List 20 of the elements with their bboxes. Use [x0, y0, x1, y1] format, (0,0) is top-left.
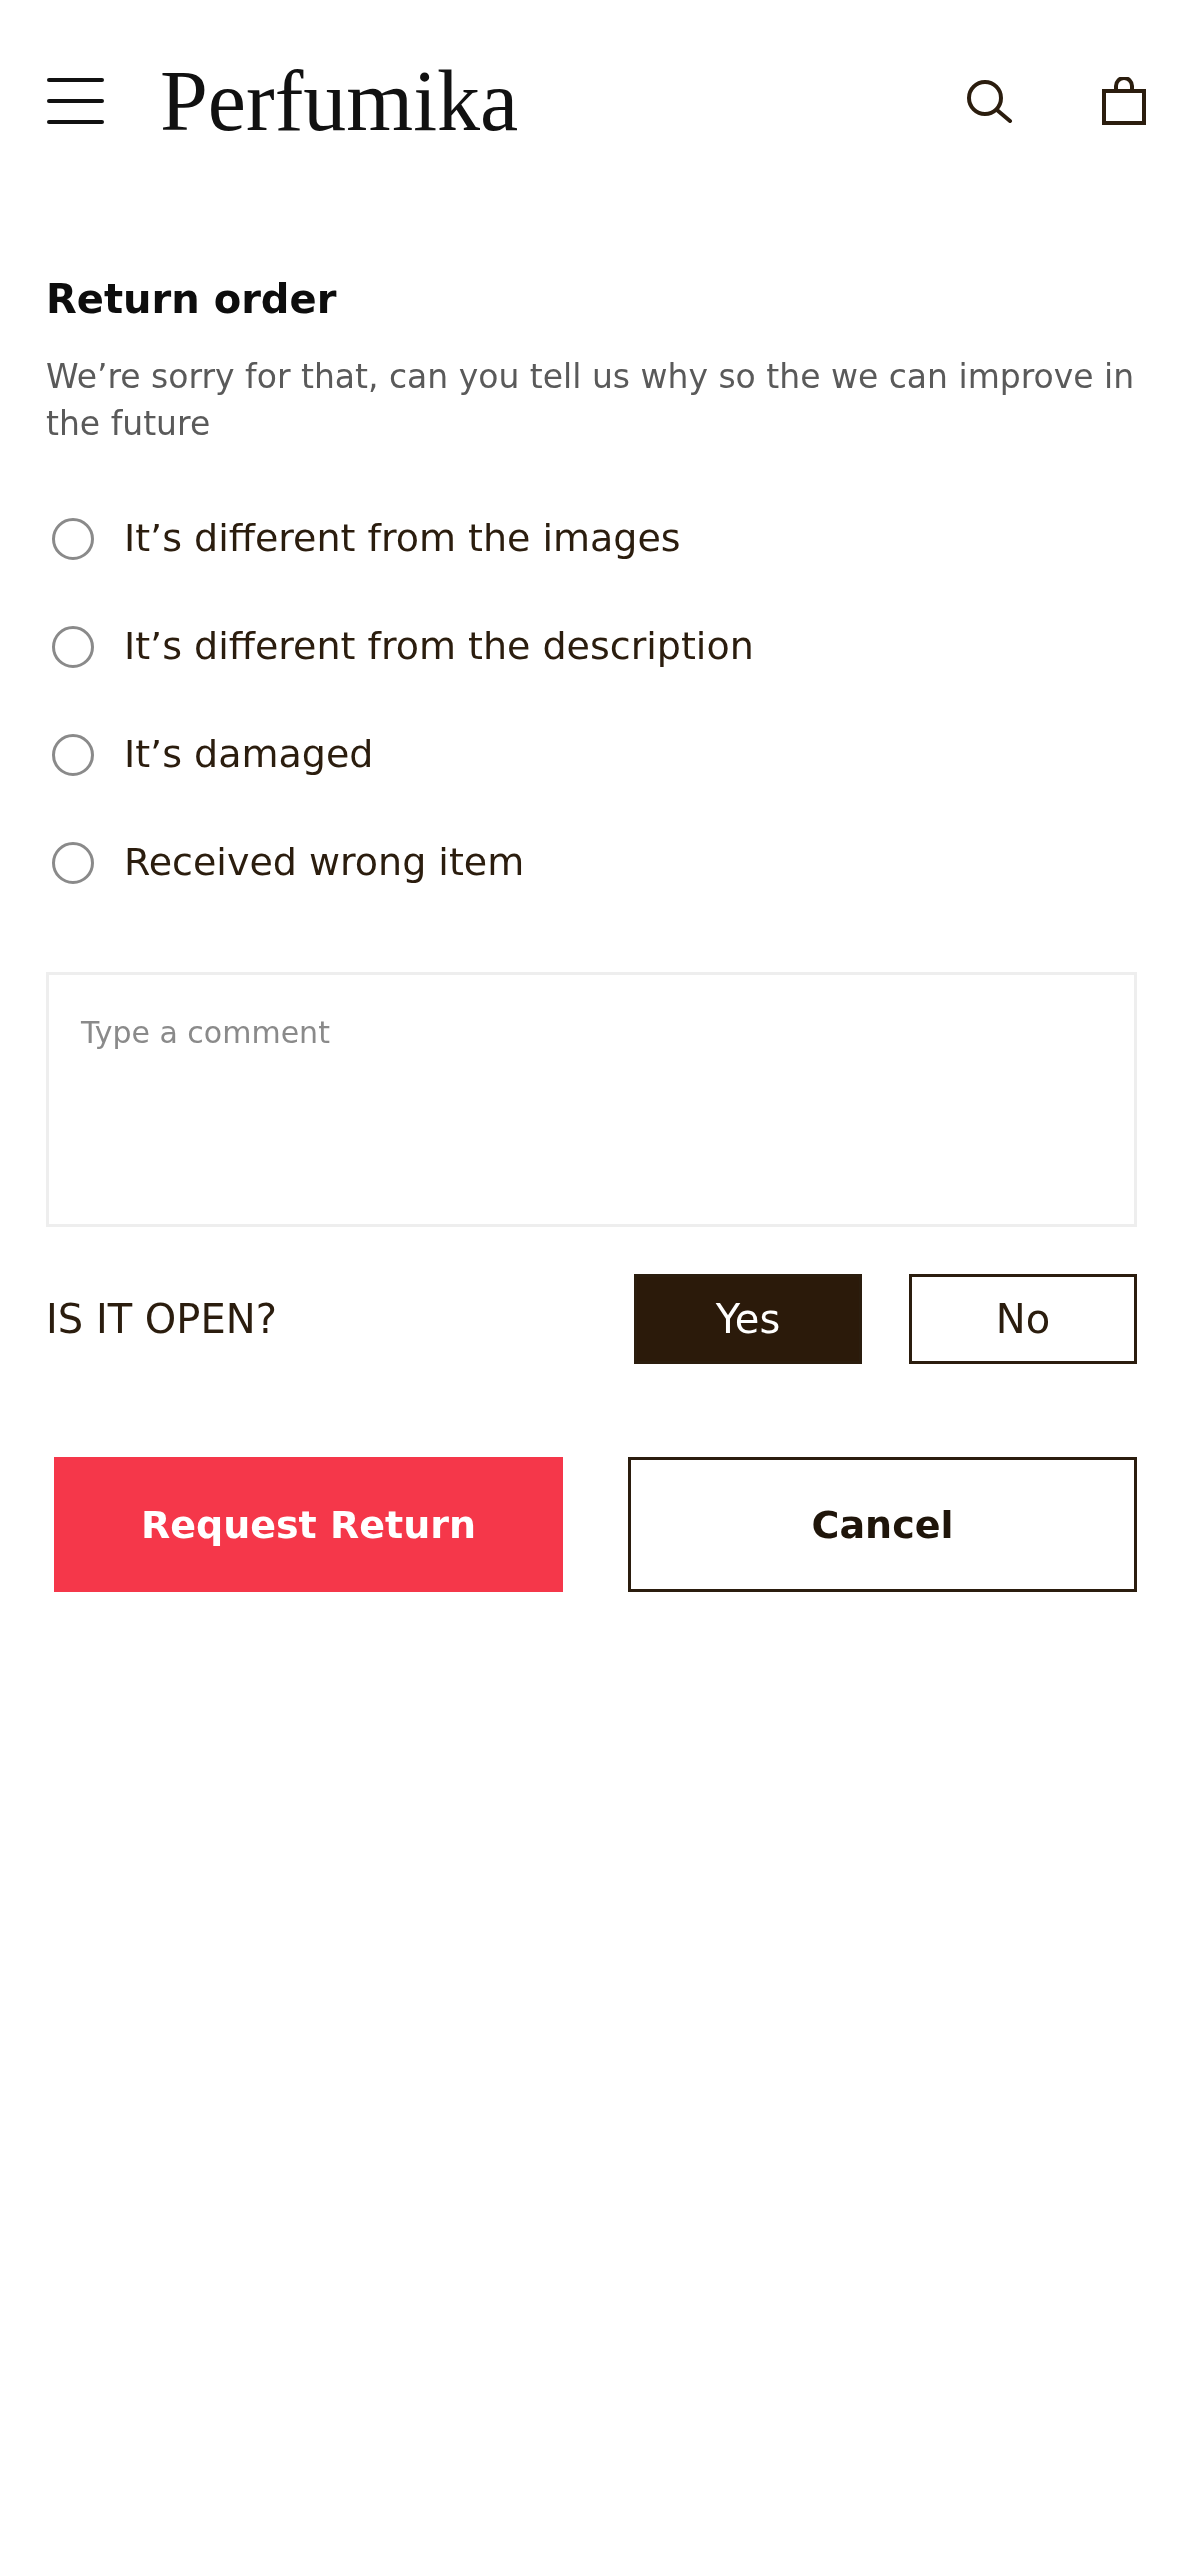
- option-label: It’s damaged: [124, 732, 374, 778]
- comment-field[interactable]: Type a comment: [46, 972, 1137, 1227]
- toggle-option-button[interactable]: Yes: [634, 1274, 862, 1364]
- radio-button[interactable]: [52, 842, 94, 884]
- question-label: IS IT OPEN?: [46, 1295, 278, 1343]
- page-title: Return order: [46, 275, 338, 323]
- toggle-option-button[interactable]: No: [909, 1274, 1137, 1364]
- radio-button[interactable]: [52, 734, 94, 776]
- subtitle-text: We’re sorry for that, can you tell us why so the we can improve in the future: [46, 356, 1136, 445]
- radio-button[interactable]: [52, 626, 94, 668]
- cancel-button[interactable]: Cancel: [628, 1457, 1137, 1592]
- submit-button[interactable]: Request Return: [54, 1457, 563, 1592]
- menu-icon[interactable]: [47, 78, 104, 124]
- logo-text: Perfumika: [160, 58, 519, 144]
- option-label: It’s different from the images: [124, 516, 681, 562]
- bag-icon[interactable]: [1102, 77, 1146, 125]
- search-icon[interactable]: [966, 79, 1013, 123]
- option-label: It’s different from the description: [124, 624, 754, 670]
- radio-button[interactable]: [52, 518, 94, 560]
- option-label: Received wrong item: [124, 840, 525, 886]
